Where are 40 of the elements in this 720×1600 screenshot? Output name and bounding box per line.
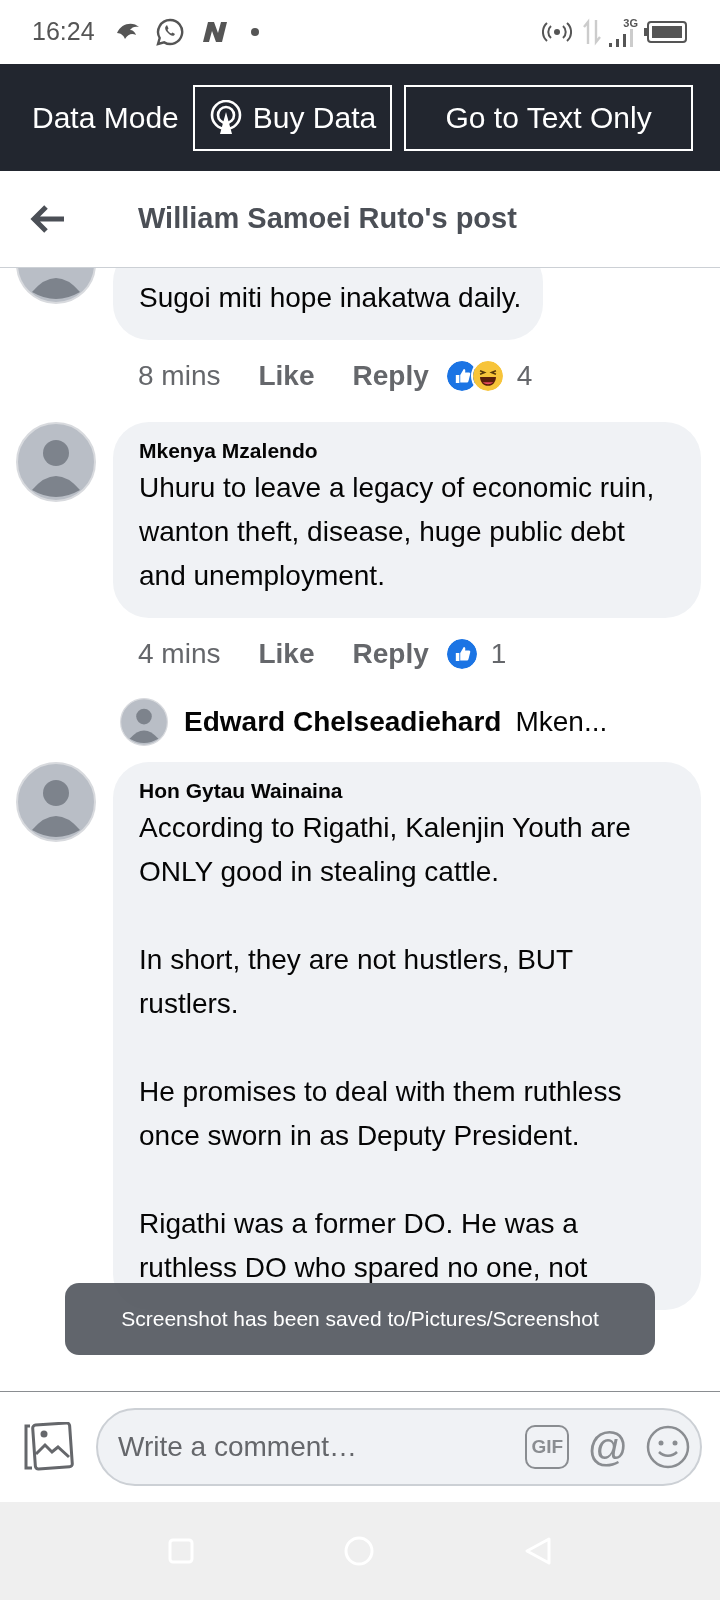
reply-link[interactable]: Reply [352, 355, 429, 397]
like-link[interactable]: Like [258, 355, 315, 397]
toast-message: Screenshot has been saved to/Pictures/Screenshot [65, 1283, 655, 1355]
laughing-reaction-icon [470, 359, 505, 393]
reply-link[interactable]: Reply [352, 633, 429, 675]
like-reaction-icon [444, 637, 479, 671]
comment-text: In short, they are not hustlers, BUT rustlers. [139, 943, 574, 1021]
reaction-count: 1 [490, 637, 507, 671]
mention-button[interactable]: @ [587, 1425, 628, 1469]
comment-author[interactable]: Hon Gytau Wainaina [139, 776, 679, 806]
network-type: 3G [623, 17, 638, 29]
emoji-icon[interactable] [646, 1425, 690, 1469]
text-only-button[interactable]: Go to Text Only [404, 84, 693, 151]
comment-text: According to Rigathi, Kalenjin Youth are ONLY good in stealing cattle. [139, 811, 632, 889]
post-title: William Samoei Ruto's post [138, 201, 517, 237]
comment-text: Sugoi miti hope inakatwa daily. [139, 281, 522, 315]
comment-author[interactable]: Mkenya Mzalendo [139, 436, 679, 466]
comment-time: 4 mins [138, 637, 221, 671]
reaction-count: 4 [516, 359, 533, 393]
comment-time: 8 mins [138, 359, 221, 393]
gif-button[interactable]: GIF [525, 1425, 570, 1469]
data-arrows-icon [582, 18, 602, 46]
back-arrow-icon[interactable] [30, 204, 66, 234]
photo-icon[interactable] [22, 1422, 74, 1472]
whatsapp-icon [154, 17, 185, 47]
comment-text: Rigathi was a former DO. He was a ruthless DO who spared no one, not [139, 1207, 589, 1285]
battery-icon [644, 20, 688, 44]
comment-text: Uhuru to leave a legacy of economic ruin, wanton theft, disease, huge public debt and unemployment. [139, 471, 656, 593]
avatar [120, 698, 168, 746]
data-mode-label: Data Mode [32, 100, 179, 136]
clock-time: 16:24 [32, 16, 95, 48]
hotspot-icon [542, 20, 572, 44]
reply-snippet[interactable]: Mken... [515, 701, 608, 743]
reply-author[interactable]: Edward Chelseadiehard [184, 701, 502, 743]
buy-data-button[interactable]: Buy Data [192, 84, 393, 151]
like-link[interactable]: Like [258, 633, 315, 675]
comment-text: He promises to deal with them ruthless once sworn in as Deputy President. [139, 1075, 623, 1153]
comment-input-field[interactable]: Write a comment… GIF @ [96, 1408, 702, 1486]
dot-icon [250, 28, 259, 36]
broadcast-icon [208, 99, 243, 136]
